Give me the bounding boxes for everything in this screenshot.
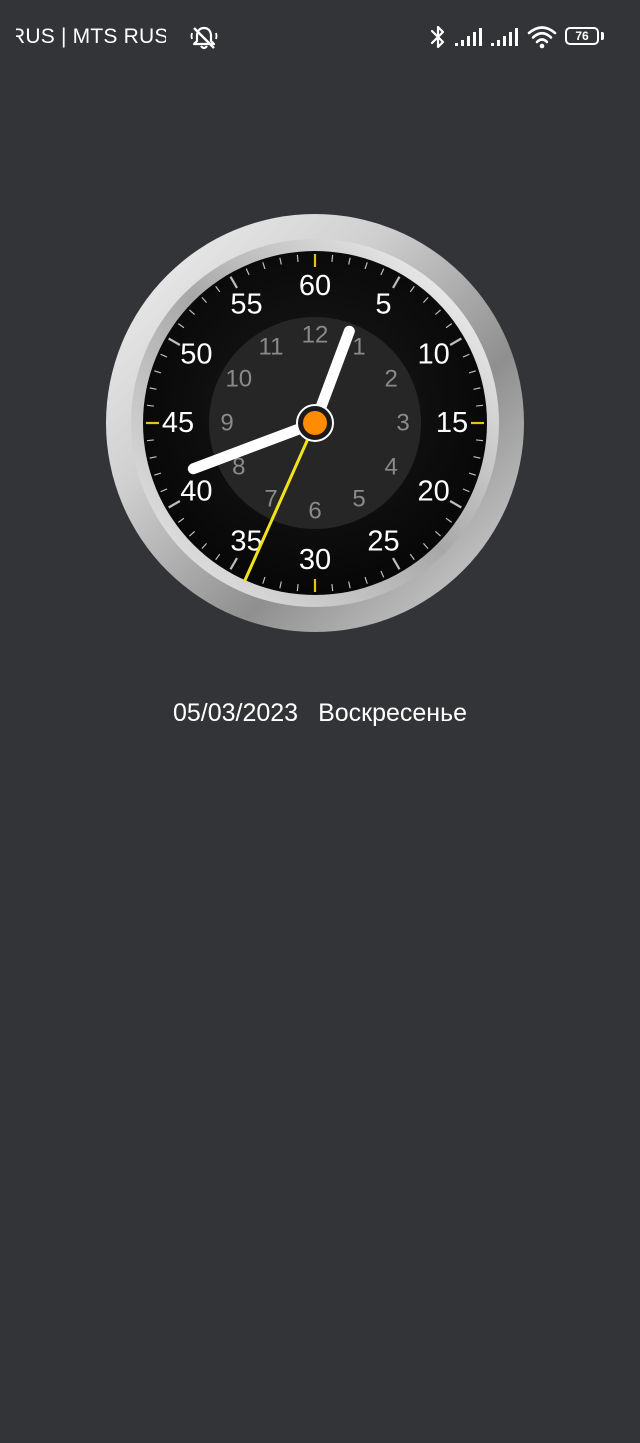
- inner-number: 9: [220, 410, 233, 437]
- minor-tick: [331, 584, 334, 592]
- minor-tick: [296, 584, 299, 592]
- center-cap: [303, 411, 327, 435]
- inner-number: 12: [302, 322, 329, 349]
- minor-tick: [476, 439, 484, 442]
- battery-tip: [601, 32, 604, 40]
- inner-number: 2: [385, 366, 398, 393]
- minor-tick: [476, 404, 484, 407]
- outer-number: 15: [436, 407, 468, 439]
- screen: RUS | MTS RUS 76 60 5 10 15 20 25 30 35 …: [0, 0, 640, 1443]
- carrier-label: RUS | MTS RUS: [16, 24, 166, 50]
- date-line: 05/03/2023 Воскресенье: [0, 696, 640, 730]
- outer-number: 50: [180, 339, 212, 371]
- inner-number: 1: [352, 333, 365, 360]
- notifications-off-icon: [190, 26, 218, 50]
- inner-number: 5: [352, 486, 365, 513]
- weekday-text: Воскресенье: [318, 699, 468, 727]
- signal-icon: [491, 28, 518, 46]
- carrier-text: RUS | MTS RUS: [16, 25, 166, 48]
- wifi-icon: [527, 26, 557, 49]
- outer-number: 60: [299, 270, 331, 302]
- inner-number: 6: [308, 498, 321, 525]
- inner-number: 4: [385, 454, 398, 481]
- analog-clock[interactable]: 60510152025303540455055 12 1234567891011: [104, 212, 526, 634]
- minor-tick: [331, 254, 334, 262]
- outer-number: 25: [367, 526, 399, 558]
- bluetooth-icon: [430, 25, 445, 49]
- analog-clock-widget[interactable]: 60 5 10 15 20 25 30 35 40 45 50 55 12 1 2 3 4 5 6 7 8 9 10 11: [104, 212, 526, 634]
- inner-number: 10: [225, 366, 252, 393]
- inner-number: 11: [259, 333, 284, 360]
- outer-number: 10: [418, 339, 450, 371]
- inner-number: 3: [396, 410, 409, 437]
- minor-tick: [146, 404, 154, 407]
- battery-level: 76: [575, 29, 589, 43]
- status-bar: RUS | MTS RUS 76: [0, 0, 640, 76]
- outer-number: 55: [230, 288, 262, 320]
- outer-number: 20: [418, 476, 450, 508]
- minor-tick: [146, 439, 154, 442]
- outer-number: 30: [299, 544, 331, 576]
- outer-number: 5: [375, 288, 391, 320]
- outer-number: 45: [162, 407, 194, 439]
- battery-icon: 76: [565, 27, 599, 45]
- signal-icon: [455, 28, 482, 46]
- date-text: 05/03/2023: [172, 699, 299, 727]
- outer-number: 40: [180, 476, 212, 508]
- minor-tick: [296, 254, 299, 262]
